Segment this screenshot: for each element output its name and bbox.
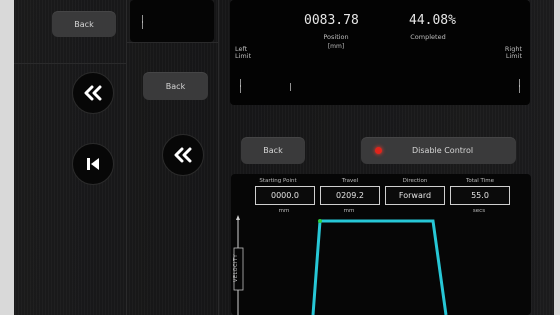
divider-row2 <box>127 42 219 43</box>
divider-col2 <box>218 0 219 315</box>
motion-profile-panel: Starting Point 0000.0 mm Travel 0209.2 m… <box>231 174 531 315</box>
double-chevron-left-icon <box>84 85 102 101</box>
divider-row1 <box>14 63 126 64</box>
skip-to-start-icon <box>87 158 99 170</box>
position-value: 0083.78 <box>304 13 359 28</box>
back-button-mid[interactable]: Back <box>143 72 208 100</box>
velocity-profile-line <box>311 219 448 315</box>
completed-label: Completed <box>410 33 446 41</box>
velocity-axis-label: VELOCITY <box>233 253 240 283</box>
position-marker: | <box>288 82 293 91</box>
divider-col1 <box>126 0 127 315</box>
status-indicator-icon <box>375 147 382 154</box>
back-button-main-label: Back <box>263 146 283 155</box>
y-axis-arrow <box>236 215 240 220</box>
mini-display-marker: | | <box>140 14 145 29</box>
double-chevron-left-icon <box>174 147 192 163</box>
skip-to-start-button[interactable] <box>72 143 114 185</box>
fast-rewind-button-2[interactable] <box>162 134 204 176</box>
left-edge <box>0 0 14 315</box>
position-label: Position <box>323 33 349 41</box>
completed-value: 44.08% <box>409 13 456 28</box>
status-display: 0083.78 Position [mm] 44.08% Completed L… <box>230 0 530 105</box>
profile-start-marker <box>318 219 322 223</box>
back-button-top[interactable]: Back <box>52 11 116 37</box>
back-button-top-label: Back <box>74 19 94 29</box>
mini-display: | | <box>130 0 214 42</box>
left-limit-label: Left Limit <box>235 45 252 60</box>
velocity-profile-chart <box>233 215 448 315</box>
back-button-mid-label: Back <box>165 81 186 91</box>
right-limit-label: Right Limit <box>504 45 522 60</box>
disable-control-button[interactable]: Disable Control <box>361 137 516 164</box>
disable-control-label: Disable Control <box>412 146 474 155</box>
back-button-main[interactable]: Back <box>241 137 305 164</box>
left-limit-marker: | | <box>238 78 243 93</box>
position-unit: [mm] <box>327 43 345 50</box>
right-limit-marker: | | <box>517 78 522 93</box>
fast-rewind-button[interactable] <box>72 72 114 114</box>
right-edge <box>554 0 560 315</box>
